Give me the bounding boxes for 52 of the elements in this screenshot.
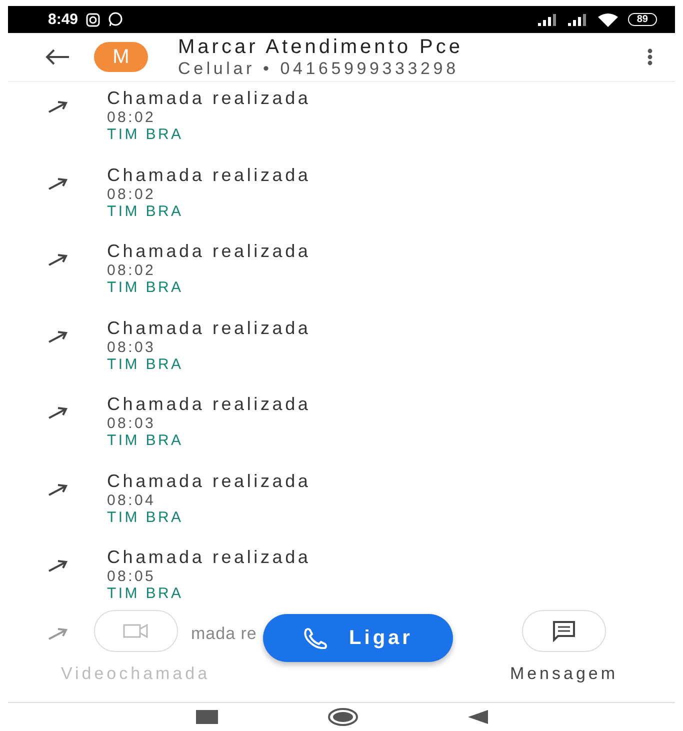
call-type: Chamada realizada (107, 241, 311, 262)
outgoing-arrow-icon (46, 406, 68, 420)
call-carrier: TIM BRA (107, 279, 184, 296)
call-type: Chamada realizada (107, 88, 311, 109)
message-icon (552, 620, 576, 642)
call-type: Chamada realizada (107, 470, 311, 492)
outgoing-arrow-icon (46, 330, 68, 344)
status-time: 8:49 (48, 11, 78, 28)
call-time: 08:03 (107, 415, 157, 432)
call-time: 08:02 (107, 262, 157, 279)
outgoing-arrow-icon (46, 176, 68, 190)
outgoing-arrow-icon (46, 559, 68, 573)
call-carrier: TIM BRA (107, 432, 184, 449)
call-carrier: TIM BRA (107, 202, 184, 220)
contact-name: Marcar Atendimento Pce (178, 36, 463, 58)
call-carrier: TIM BRA (107, 585, 184, 602)
call-type: Chamada realizada (107, 164, 311, 186)
outgoing-arrow-icon (46, 482, 68, 496)
call-type: Chamada realizada (107, 318, 311, 338)
video-camera-icon (122, 623, 148, 639)
call-carrier: TIM BRA (107, 508, 184, 526)
outgoing-arrow-icon (46, 253, 68, 267)
outgoing-arrow-icon (46, 626, 68, 640)
contact-number: Celular • 04165999333298 (178, 58, 460, 78)
call-type: mada re (191, 624, 257, 644)
call-type: Chamada realizada (107, 394, 311, 415)
chat-bubble-icon (108, 12, 124, 27)
phone-icon (303, 627, 330, 649)
call-time: 08:03 (107, 338, 157, 356)
wifi-icon (598, 12, 618, 26)
contact-avatar: M (94, 42, 148, 72)
call-type: Chamada realizada (107, 547, 311, 568)
back-arrow-icon[interactable] (44, 48, 70, 66)
call-time: 08:02 (107, 186, 157, 202)
call-time: 08:02 (107, 109, 157, 126)
more-options-icon[interactable] (647, 48, 653, 66)
signal-icon (538, 14, 558, 26)
recent-apps-icon[interactable] (196, 710, 218, 724)
home-icon[interactable] (328, 708, 358, 726)
signal-icon (568, 14, 588, 26)
outgoing-arrow-icon (46, 100, 68, 114)
call-carrier: TIM BRA (107, 356, 184, 372)
action-label: Mensagem (510, 664, 618, 684)
action-label: Videochamada (60, 664, 210, 684)
back-icon[interactable] (468, 710, 488, 724)
battery-level: 89 (628, 13, 657, 26)
message-button[interactable] (522, 610, 606, 652)
call-carrier: TIM BRA (107, 126, 184, 143)
call-button[interactable]: Ligar (263, 614, 453, 662)
camera-app-icon (86, 12, 100, 26)
call-time: 08:04 (107, 492, 157, 508)
call-time: 08:05 (107, 568, 157, 585)
